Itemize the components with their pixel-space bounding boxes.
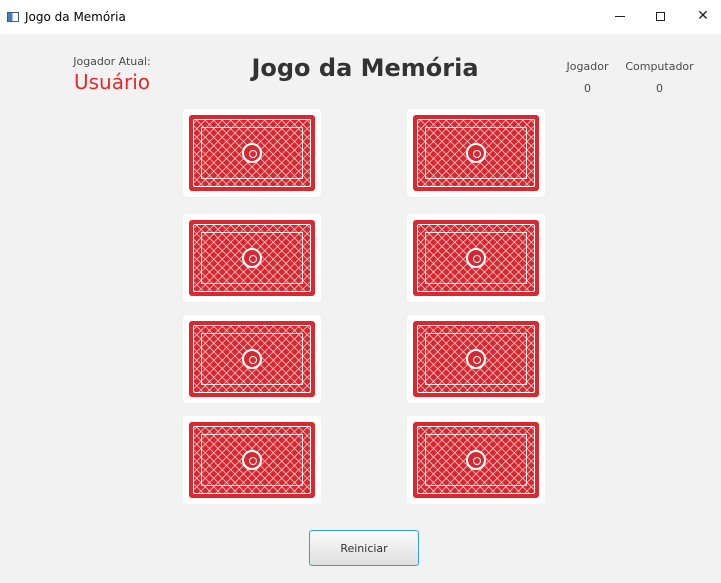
card-medallion-icon — [466, 143, 486, 163]
memory-card[interactable] — [183, 214, 321, 302]
card-back-image — [413, 115, 539, 191]
current-player-label: Jogador Atual: — [73, 55, 151, 68]
card-back-pattern — [417, 224, 535, 292]
card-back-image — [413, 220, 539, 296]
memory-card[interactable] — [407, 416, 545, 504]
card-back-image — [189, 321, 315, 397]
close-button[interactable]: ✕ — [693, 6, 713, 26]
memory-card[interactable] — [183, 315, 321, 403]
memory-card[interactable] — [183, 109, 321, 197]
memory-card[interactable] — [407, 315, 545, 403]
card-back-pattern — [193, 426, 311, 494]
player-score-label: Jogador — [566, 60, 609, 73]
memory-card[interactable] — [407, 214, 545, 302]
window-title: Jogo da Memória — [25, 10, 126, 24]
card-medallion-icon — [466, 248, 486, 268]
player-score-value: 0 — [584, 82, 591, 95]
computer-score-label: Computador — [625, 60, 694, 73]
app-icon — [7, 12, 19, 22]
title-bar: Jogo da Memória ✕ — [0, 0, 721, 34]
card-back-pattern — [417, 325, 535, 393]
current-player-value: Usuário — [73, 70, 150, 94]
card-medallion-icon — [242, 248, 262, 268]
card-back-pattern — [417, 426, 535, 494]
card-medallion-icon — [242, 450, 262, 470]
card-back-pattern — [417, 119, 535, 187]
card-back-image — [189, 220, 315, 296]
card-back-pattern — [193, 224, 311, 292]
card-medallion-icon — [466, 349, 486, 369]
game-title: Jogo da Memória — [251, 54, 479, 82]
card-back-pattern — [193, 119, 311, 187]
computer-score-value: 0 — [656, 82, 663, 95]
card-back-image — [189, 422, 315, 498]
memory-card[interactable] — [183, 416, 321, 504]
card-medallion-icon — [466, 450, 486, 470]
card-back-image — [189, 115, 315, 191]
card-back-image — [413, 422, 539, 498]
maximize-button[interactable] — [650, 6, 670, 26]
memory-card[interactable] — [407, 109, 545, 197]
minimize-icon — [615, 15, 625, 17]
close-icon: ✕ — [697, 8, 709, 24]
restart-button[interactable]: Reiniciar — [309, 530, 419, 566]
maximize-icon — [655, 11, 665, 21]
card-medallion-icon — [242, 143, 262, 163]
card-back-image — [413, 321, 539, 397]
minimize-button[interactable] — [610, 6, 630, 26]
card-back-pattern — [193, 325, 311, 393]
card-medallion-icon — [242, 349, 262, 369]
